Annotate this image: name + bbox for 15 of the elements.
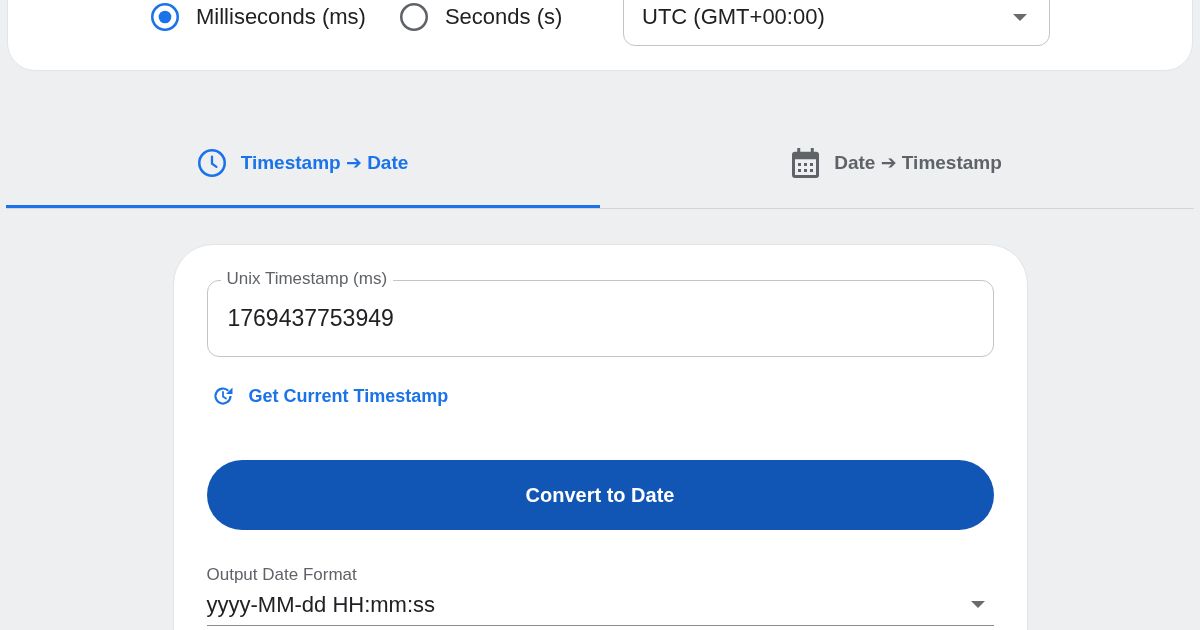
convert-button[interactable]: Convert to Date [206,460,994,530]
get-current-timestamp-link[interactable]: Get Current Timestamp [212,383,449,409]
tab[interactable]: Timestamp ➔ Date [6,120,600,208]
field-label: Unix Timestamp (ms) [220,269,394,289]
radio-option[interactable]: Milliseconds (ms) [151,3,366,31]
radio-option[interactable]: Seconds (s) [399,3,563,31]
field-label: Output Date Format [206,566,357,584]
caret-icon [1013,13,1027,21]
caret-icon [970,601,985,608]
date-format-select[interactable]: yyyy-MM-dd HH:mm:ss [206,584,994,626]
clock-icon [197,148,226,177]
calendar-icon [792,147,820,178]
refresh-clock-icon [212,386,233,406]
timezone-select[interactable]: UTC (GMT+00:00) [623,0,1050,46]
tab[interactable]: Date ➔ Timestamp [600,120,1194,208]
